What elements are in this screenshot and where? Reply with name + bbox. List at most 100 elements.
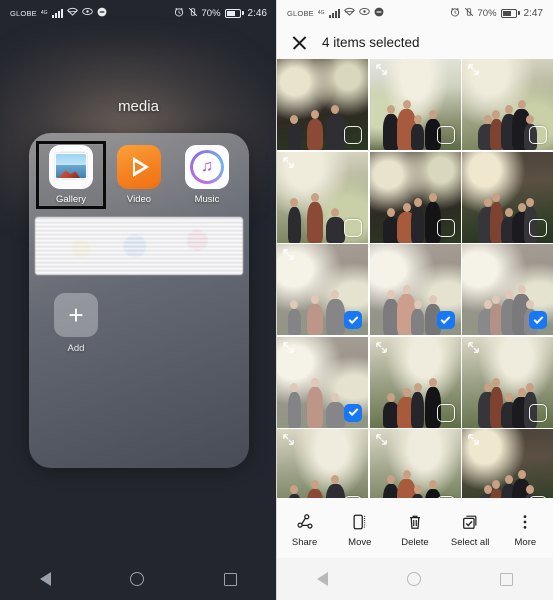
photo-thumbnail[interactable] xyxy=(277,59,368,150)
expand-arrows-icon[interactable] xyxy=(375,63,388,76)
checkbox-checked[interactable] xyxy=(344,311,362,329)
checkbox-unchecked[interactable] xyxy=(436,126,455,144)
carrier-label: GLOBE xyxy=(287,8,314,18)
checkbox-unchecked[interactable] xyxy=(344,218,362,237)
app-music[interactable]: ♫ Music xyxy=(176,145,238,205)
expand-arrows-icon[interactable] xyxy=(467,433,480,446)
photo-thumbnail[interactable] xyxy=(462,59,553,150)
expand-arrows-icon[interactable] xyxy=(375,341,388,354)
expand-arrows-icon[interactable] xyxy=(282,433,295,446)
circle-home-icon[interactable] xyxy=(406,572,421,586)
message-icon xyxy=(97,7,107,20)
photo-thumbnail[interactable] xyxy=(369,244,461,335)
right-status-bar: GLOBE 4G 70% 2:47 xyxy=(277,0,553,26)
photo-thumbnail[interactable] xyxy=(277,336,368,428)
photo-thumbnail[interactable] xyxy=(369,151,461,243)
expand-arrows-icon[interactable] xyxy=(467,341,480,354)
checkbox-unchecked[interactable] xyxy=(344,126,362,144)
add-label: Add xyxy=(67,343,85,354)
photo-thumbnail[interactable] xyxy=(369,59,461,150)
expand-arrows-icon[interactable] xyxy=(282,156,295,169)
carrier-label: GLOBE xyxy=(10,8,37,18)
carrier-network-type: 4G xyxy=(317,10,325,16)
signal-bars-icon xyxy=(51,8,63,18)
folder-title: media xyxy=(118,98,159,115)
share-nodes-icon xyxy=(296,512,314,532)
video-play-icon xyxy=(117,145,161,189)
checkbox-unchecked[interactable] xyxy=(436,403,455,422)
checkbox-checked[interactable] xyxy=(344,403,362,422)
vibrate-off-icon xyxy=(188,7,198,20)
folder-app-row: Gallery Video ♫ Music xyxy=(29,133,249,209)
battery-icon xyxy=(224,8,244,18)
battery-icon xyxy=(500,8,520,18)
panel-divider xyxy=(276,0,277,600)
right-gallery-screen: GLOBE 4G 70% 2:47 4 items selected Share… xyxy=(277,0,553,600)
app-gallery-label: Gallery xyxy=(55,194,87,205)
signal-bars-icon xyxy=(328,8,340,18)
select-all-button[interactable]: Select all xyxy=(444,512,496,548)
checkbox-unchecked[interactable] xyxy=(529,218,547,237)
trash-icon xyxy=(406,512,424,532)
expand-arrows-icon[interactable] xyxy=(282,341,295,354)
folder-widget-preview[interactable] xyxy=(35,217,243,275)
more-button[interactable]: More xyxy=(499,512,551,548)
photo-thumbnail[interactable] xyxy=(462,151,553,243)
app-video[interactable]: Video xyxy=(108,145,170,205)
app-gallery[interactable]: Gallery xyxy=(36,141,106,209)
expand-arrows-icon[interactable] xyxy=(467,63,480,76)
carrier-network-type: 4G xyxy=(40,10,48,16)
gallery-icon xyxy=(49,145,93,189)
vibrate-off-icon xyxy=(464,7,474,20)
folder-panel: Gallery Video ♫ Music + Add xyxy=(29,133,249,468)
left-home-screen: GLOBE 4G 70% 2:46 media Gallery Video ♫ … xyxy=(0,0,277,600)
status-clock: 2:47 xyxy=(523,7,543,19)
photo-thumbnail[interactable] xyxy=(277,244,368,335)
checkbox-unchecked[interactable] xyxy=(436,218,455,237)
photo-thumbnail[interactable] xyxy=(277,151,368,243)
dual-screenshot: GLOBE 4G 70% 2:46 media Gallery Video ♫ … xyxy=(0,0,553,600)
battery-percent-label: 70% xyxy=(201,7,221,19)
wifi-icon xyxy=(343,7,355,19)
left-status-bar: GLOBE 4G 70% 2:46 xyxy=(0,0,277,26)
selection-count-label: 4 items selected xyxy=(322,35,420,50)
photo-thumbnail[interactable] xyxy=(369,336,461,428)
battery-percent-label: 70% xyxy=(477,7,497,19)
photo-thumbnail[interactable] xyxy=(462,244,553,335)
selection-toolbar: Share Move Delete Select all More xyxy=(277,498,553,558)
close-icon[interactable] xyxy=(291,34,308,51)
expand-arrows-icon[interactable] xyxy=(282,248,295,261)
square-recents-icon[interactable] xyxy=(224,572,238,586)
status-clock: 2:46 xyxy=(247,7,267,19)
wifi-icon xyxy=(66,7,78,19)
checkbox-unchecked[interactable] xyxy=(529,126,547,144)
checkbox-checked[interactable] xyxy=(436,311,455,329)
delete-label: Delete xyxy=(401,537,429,548)
select-all-icon xyxy=(461,512,479,532)
triangle-back-icon[interactable] xyxy=(316,572,328,586)
square-recents-icon[interactable] xyxy=(500,572,514,586)
add-app-button[interactable]: + Add xyxy=(45,293,107,354)
share-button[interactable]: Share xyxy=(279,512,331,548)
music-note-icon: ♫ xyxy=(185,145,229,189)
right-navigation-bar xyxy=(277,558,553,600)
triangle-back-icon[interactable] xyxy=(39,572,51,586)
app-music-label: Music xyxy=(194,194,220,205)
checkbox-checked[interactable] xyxy=(529,311,547,329)
more-vertical-icon xyxy=(516,512,534,532)
expand-arrows-icon[interactable] xyxy=(375,433,388,446)
circle-home-icon[interactable] xyxy=(130,572,145,586)
alarm-icon xyxy=(174,7,184,20)
app-video-label: Video xyxy=(126,194,152,205)
photo-thumbnail[interactable] xyxy=(462,336,553,428)
left-navigation-bar xyxy=(0,558,277,600)
move-label: Move xyxy=(348,537,372,548)
move-folder-icon xyxy=(351,512,369,532)
message-icon xyxy=(374,7,384,20)
alarm-icon xyxy=(450,7,460,20)
eye-icon xyxy=(81,7,93,19)
delete-button[interactable]: Delete xyxy=(389,512,441,548)
move-button[interactable]: Move xyxy=(334,512,386,548)
checkbox-unchecked[interactable] xyxy=(529,403,547,422)
eye-icon xyxy=(358,7,370,19)
